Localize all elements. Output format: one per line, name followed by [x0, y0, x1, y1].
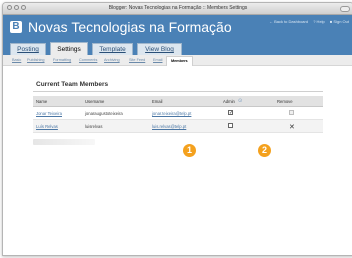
- window-title: Blogger: Novas Tecnologias na Formação :…: [108, 5, 248, 11]
- subtab-site-feed[interactable]: Site Feed: [129, 57, 145, 64]
- table-header: Name Username Email Admin ⊙ Remove: [33, 96, 323, 107]
- top-links: ← Back to Dashboard ? Help ■ Sign Out: [265, 19, 349, 24]
- tab-posting[interactable]: Posting: [10, 43, 46, 55]
- table-row: Luís Relvas luisrelvas luis.relvas@telp.…: [33, 120, 323, 133]
- remove-member-icon[interactable]: ✕: [289, 124, 295, 132]
- toolbar-toggle-button[interactable]: [340, 6, 350, 12]
- window-titlebar: Blogger: Novas Tecnologias na Formação :…: [3, 3, 352, 15]
- save-settings-button[interactable]: [33, 139, 95, 145]
- blog-title: Novas Tecnologias na Formação: [28, 19, 232, 35]
- settings-subtabs: Basic Publishing Formatting Comments Arc…: [3, 55, 352, 66]
- subtab-basic[interactable]: Basic: [12, 57, 21, 64]
- subtab-archiving[interactable]: Archiving: [104, 57, 120, 64]
- blogger-logo-icon: B: [10, 21, 22, 33]
- tab-template[interactable]: Template: [92, 43, 133, 55]
- admin-checkbox[interactable]: [228, 110, 233, 115]
- member-email[interactable]: jonar.teixeira@telp.pt: [152, 111, 191, 116]
- sign-out-link[interactable]: ■ Sign Out: [330, 19, 349, 24]
- help-icon[interactable]: ⊙: [238, 98, 242, 104]
- main-tabs: Posting Settings Template View Blog: [3, 41, 352, 55]
- member-name[interactable]: Jonar Teixeira: [36, 111, 62, 116]
- callout-badge-2: 2: [258, 144, 271, 157]
- table-row: Jonar Teixeira jonaraugustoteixeira jona…: [33, 107, 323, 120]
- member-name[interactable]: Luís Relvas: [36, 124, 58, 129]
- member-email[interactable]: luis.relvas@telp.pt: [152, 124, 186, 129]
- column-header-name: Name: [36, 99, 48, 104]
- minimize-window-button[interactable]: [14, 5, 19, 10]
- member-username: jonaraugustoteixeira: [85, 111, 123, 116]
- remove-checkbox-disabled: [289, 110, 294, 115]
- window-controls: [7, 5, 26, 10]
- members-content: Current Team Members Name Username Email…: [3, 66, 352, 246]
- subtab-formatting[interactable]: Formatting: [53, 57, 71, 64]
- column-header-remove: Remove: [277, 99, 293, 104]
- section-title: Current Team Members: [36, 81, 109, 88]
- column-header-email: Email: [152, 99, 163, 104]
- divider: [33, 91, 323, 92]
- callout-badge-1: 1: [183, 144, 196, 157]
- close-window-button[interactable]: [7, 5, 12, 10]
- member-username: luisrelvas: [85, 124, 103, 129]
- admin-checkbox[interactable]: [228, 123, 233, 128]
- browser-window: Blogger: Novas Tecnologias na Formação :…: [2, 2, 352, 256]
- tab-view-blog[interactable]: View Blog: [137, 43, 182, 55]
- members-table: Name Username Email Admin ⊙ Remove Jonar…: [33, 96, 323, 133]
- subtab-publishing[interactable]: Publishing: [27, 57, 45, 64]
- help-link[interactable]: ? Help: [313, 19, 325, 24]
- column-header-admin: Admin: [223, 99, 235, 104]
- subtab-members[interactable]: Members: [166, 56, 193, 66]
- subtab-comments[interactable]: Comments: [79, 57, 97, 64]
- tab-settings[interactable]: Settings: [50, 42, 88, 55]
- column-header-username: Username: [85, 99, 105, 104]
- subtab-email[interactable]: Email: [153, 57, 163, 64]
- blog-header: B Novas Tecnologias na Formação ← Back t…: [3, 15, 352, 41]
- zoom-window-button[interactable]: [21, 5, 26, 10]
- back-to-dashboard-link[interactable]: ← Back to Dashboard: [269, 19, 308, 24]
